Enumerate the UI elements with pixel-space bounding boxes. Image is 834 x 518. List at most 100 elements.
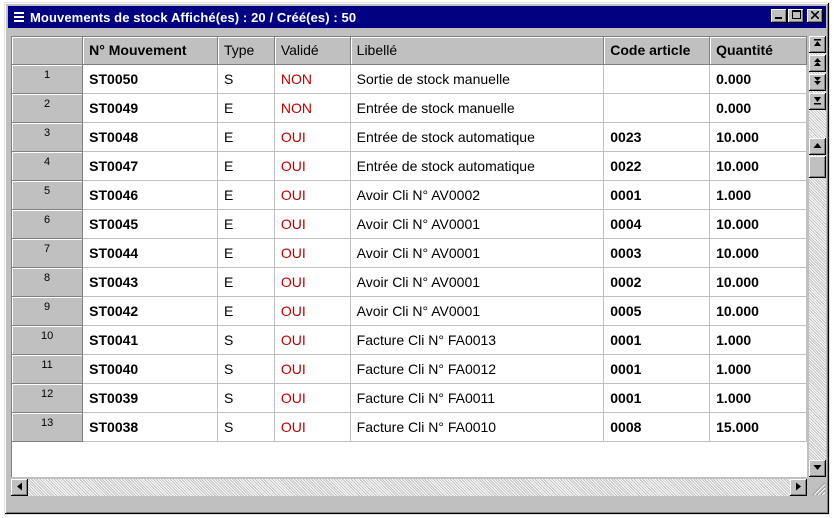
header-valide[interactable]: Validé: [274, 37, 351, 65]
cell-quantite[interactable]: 10.000: [709, 296, 807, 326]
cell-libelle[interactable]: Facture Cli N° FA0010: [350, 412, 605, 442]
resize-grip[interactable]: [809, 479, 826, 496]
cell-mouvement[interactable]: ST0038: [82, 412, 218, 442]
page-down-button[interactable]: [809, 74, 826, 91]
cell-code-article[interactable]: 0004: [603, 209, 711, 239]
cell-mouvement[interactable]: ST0043: [82, 267, 218, 297]
cell-code-article[interactable]: 0005: [603, 296, 711, 326]
cell-valide[interactable]: OUI: [274, 238, 351, 268]
scroll-thumb[interactable]: [809, 156, 826, 178]
title-bar[interactable]: Mouvements de stock Affiché(es) : 20 / C…: [8, 6, 826, 28]
table-row[interactable]: 10 ST0041 S OUI Facture Cli N° FA0013 0001 1.0…: [12, 325, 807, 355]
cell-libelle[interactable]: Avoir Cli N° AV0001: [350, 238, 605, 268]
row-number[interactable]: 1: [12, 64, 84, 94]
cell-code-article[interactable]: 0003: [603, 238, 711, 268]
cell-valide[interactable]: NON: [274, 93, 351, 123]
table-row[interactable]: 12 ST0039 S OUI Facture Cli N° FA0011 0001 1.0…: [12, 383, 807, 413]
horizontal-scrollbar[interactable]: [11, 479, 807, 496]
cell-valide[interactable]: OUI: [274, 354, 351, 384]
cell-valide[interactable]: OUI: [274, 267, 351, 297]
cell-code-article[interactable]: 0022: [603, 151, 711, 181]
table-row[interactable]: 8 ST0043 E OUI Avoir Cli N° AV0001 0002 10.000: [12, 267, 807, 297]
cell-libelle[interactable]: Avoir Cli N° AV0001: [350, 296, 605, 326]
cell-libelle[interactable]: Avoir Cli N° AV0002: [350, 180, 605, 210]
row-number[interactable]: 2: [12, 93, 84, 123]
cell-type[interactable]: E: [217, 180, 275, 210]
list-icon[interactable]: [13, 11, 25, 23]
row-number[interactable]: 10: [12, 325, 84, 355]
cell-quantite[interactable]: 1.000: [709, 383, 807, 413]
cell-libelle[interactable]: Facture Cli N° FA0012: [350, 354, 605, 384]
cell-type[interactable]: S: [217, 325, 275, 355]
scroll-right-button[interactable]: [790, 479, 807, 496]
cell-type[interactable]: E: [217, 209, 275, 239]
table-row[interactable]: 2 ST0049 E NON Entrée de stock manuelle 0.000: [12, 93, 807, 123]
cell-valide[interactable]: OUI: [274, 412, 351, 442]
table-row[interactable]: 9 ST0042 E OUI Avoir Cli N° AV0001 0005 10.000: [12, 296, 807, 326]
row-number[interactable]: 13: [12, 412, 84, 442]
cell-mouvement[interactable]: ST0040: [82, 354, 218, 384]
cell-mouvement[interactable]: ST0042: [82, 296, 218, 326]
cell-libelle[interactable]: Avoir Cli N° AV0001: [350, 209, 605, 239]
header-type[interactable]: Type: [217, 37, 275, 65]
header-mouvement[interactable]: N° Mouvement: [82, 37, 218, 65]
table-row[interactable]: 13 ST0038 S OUI Facture Cli N° FA0010 0008 15.…: [12, 412, 807, 442]
cell-libelle[interactable]: Sortie de stock manuelle: [350, 64, 605, 94]
cell-mouvement[interactable]: ST0039: [82, 383, 218, 413]
cell-libelle[interactable]: Entrée de stock automatique: [350, 151, 605, 181]
cell-quantite[interactable]: 10.000: [709, 238, 807, 268]
cell-mouvement[interactable]: ST0045: [82, 209, 218, 239]
cell-valide[interactable]: OUI: [274, 325, 351, 355]
cell-valide[interactable]: OUI: [274, 296, 351, 326]
cell-mouvement[interactable]: ST0047: [82, 151, 218, 181]
cell-type[interactable]: E: [217, 267, 275, 297]
cell-type[interactable]: E: [217, 238, 275, 268]
cell-quantite[interactable]: 10.000: [709, 151, 807, 181]
cell-type[interactable]: E: [217, 93, 275, 123]
cell-code-article[interactable]: 0008: [603, 412, 711, 442]
header-libelle[interactable]: Libellé: [350, 37, 605, 65]
row-number[interactable]: 5: [12, 180, 84, 210]
cell-code-article[interactable]: 0001: [603, 180, 711, 210]
header-code-article[interactable]: Code article: [603, 37, 711, 65]
minimize-button[interactable]: [771, 9, 787, 23]
cell-type[interactable]: E: [217, 122, 275, 152]
cell-mouvement[interactable]: ST0048: [82, 122, 218, 152]
cell-quantite[interactable]: 1.000: [709, 180, 807, 210]
header-corner[interactable]: [12, 37, 84, 65]
scroll-up-button[interactable]: [809, 138, 826, 155]
cell-libelle[interactable]: Entrée de stock automatique: [350, 122, 605, 152]
row-number[interactable]: 3: [12, 122, 84, 152]
cell-mouvement[interactable]: ST0049: [82, 93, 218, 123]
header-quantite[interactable]: Quantité: [709, 37, 807, 65]
cell-libelle[interactable]: Entrée de stock manuelle: [350, 93, 605, 123]
scroll-down-button[interactable]: [809, 460, 826, 477]
table-row[interactable]: 6 ST0045 E OUI Avoir Cli N° AV0001 0004 10.000: [12, 209, 807, 239]
cell-quantite[interactable]: 10.000: [709, 122, 807, 152]
cell-quantite[interactable]: 1.000: [709, 325, 807, 355]
cell-type[interactable]: S: [217, 383, 275, 413]
cell-quantite[interactable]: 15.000: [709, 412, 807, 442]
maximize-button[interactable]: [788, 9, 804, 23]
table-row[interactable]: 4 ST0047 E OUI Entrée de stock automatique 00…: [12, 151, 807, 181]
cell-type[interactable]: E: [217, 296, 275, 326]
page-up-button[interactable]: [809, 55, 826, 72]
cell-libelle[interactable]: Facture Cli N° FA0013: [350, 325, 605, 355]
cell-mouvement[interactable]: ST0041: [82, 325, 218, 355]
cell-valide[interactable]: OUI: [274, 180, 351, 210]
close-button[interactable]: [807, 9, 823, 23]
vertical-scrollbar[interactable]: [809, 36, 826, 477]
cell-valide[interactable]: OUI: [274, 383, 351, 413]
cell-quantite[interactable]: 1.000: [709, 354, 807, 384]
table-row[interactable]: 11 ST0040 S OUI Facture Cli N° FA0012 0001 1.0…: [12, 354, 807, 384]
cell-code-article[interactable]: [603, 93, 711, 123]
cell-code-article[interactable]: 0001: [603, 383, 711, 413]
cell-quantite[interactable]: 10.000: [709, 209, 807, 239]
cell-valide[interactable]: OUI: [274, 151, 351, 181]
cell-quantite[interactable]: 0.000: [709, 93, 807, 123]
row-number[interactable]: 8: [12, 267, 84, 297]
cell-code-article[interactable]: 0001: [603, 325, 711, 355]
row-number[interactable]: 4: [12, 151, 84, 181]
table-row[interactable]: 5 ST0046 E OUI Avoir Cli N° AV0002 0001 1.000: [12, 180, 807, 210]
cell-quantite[interactable]: 0.000: [709, 64, 807, 94]
